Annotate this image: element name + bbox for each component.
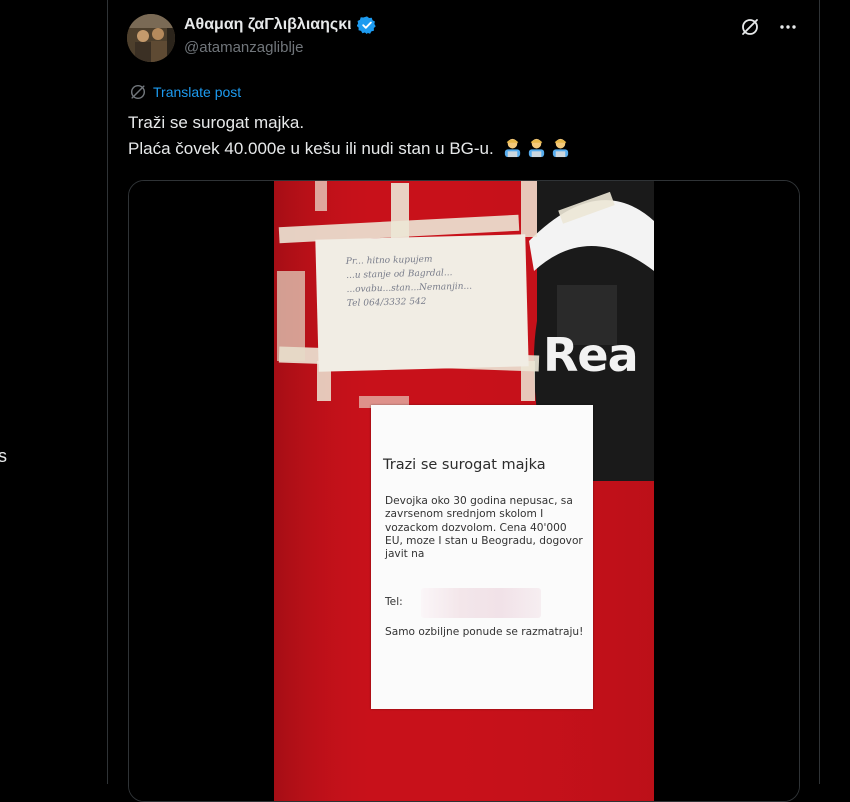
post-media[interactable]: Pr... hitno kupujem ...u stanje od Bagrd… bbox=[128, 180, 800, 802]
handwritten-note: Pr... hitno kupujem ...u stanje od Bagrd… bbox=[315, 234, 526, 375]
post-text-line-1: Traži se surogat majka. bbox=[128, 113, 305, 132]
sign-body: Devojka oko 30 godina nepusac, sa zavrse… bbox=[385, 495, 583, 561]
translate-label: Translate post bbox=[153, 84, 242, 100]
man-technologist-emoji-icon bbox=[502, 138, 574, 158]
translate-post-link[interactable]: Translate post bbox=[129, 83, 241, 101]
printed-sign: Trazi se surogat majka Devojka oko 30 go… bbox=[371, 405, 593, 709]
post-column: Αθαμαη ζαΓλιβλιαηςκι @atamanzagliblje Tr… bbox=[107, 0, 820, 802]
wall-logo-text: Rea bbox=[543, 328, 639, 382]
author-handle[interactable]: @atamanzagliblje bbox=[184, 39, 377, 56]
sidebar-fragment-text: s bbox=[0, 446, 7, 466]
avatar[interactable] bbox=[127, 14, 175, 62]
post-text: Traži se surogat majka. Plaća čovek 40.0… bbox=[128, 110, 788, 162]
more-options-icon[interactable] bbox=[777, 16, 799, 38]
sign-tel-label: Tel: bbox=[385, 596, 403, 608]
blurred-phone-number bbox=[421, 588, 541, 618]
post-top-actions bbox=[739, 16, 799, 38]
translate-icon bbox=[130, 84, 146, 100]
sign-footer: Samo ozbiljne ponude se razmatraju! bbox=[385, 626, 584, 638]
post-text-line-2-content: Plaća čovek 40.000e u kešu ili nudi stan… bbox=[128, 139, 494, 158]
sign-title: Trazi se surogat majka bbox=[383, 457, 546, 473]
verified-badge-icon bbox=[356, 16, 376, 35]
grok-icon[interactable] bbox=[739, 16, 761, 38]
author-block: Αθαμαη ζαΓλιβλιαηςκι @atamanzagliblje bbox=[184, 15, 377, 56]
author-name[interactable]: Αθαμαη ζαΓλιβλιαηςκι bbox=[184, 16, 352, 34]
post-text-line-2: Plaća čovek 40.000e u kešu ili nudi stan… bbox=[128, 136, 788, 162]
